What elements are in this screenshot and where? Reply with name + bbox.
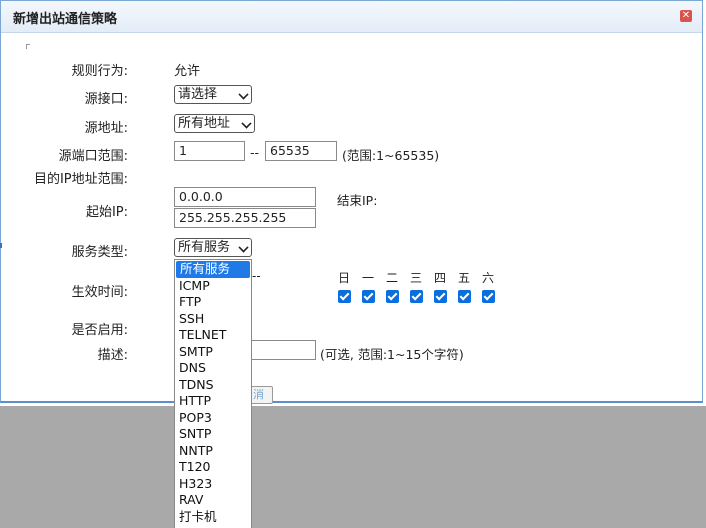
source-interface-select[interactable]: 请选择	[174, 85, 252, 104]
service-option[interactable]: HTTP	[175, 393, 251, 410]
service-type-select-value: 所有服务	[178, 240, 231, 255]
service-option[interactable]: TELNET	[175, 327, 251, 344]
rule-action-label: 规则行为:	[71, 64, 128, 79]
source-interface-select-value: 请选择	[178, 87, 218, 102]
service-option[interactable]: SSH	[175, 311, 251, 328]
service-type-dropdown-list: 所有服务 ICMP FTP SSH TELNET SMTP DNS TDNS H…	[174, 259, 252, 528]
weekday-checkbox-sat[interactable]	[482, 290, 495, 303]
port-range-separator: --	[250, 145, 260, 160]
weekday-checkbox-tue[interactable]	[386, 290, 399, 303]
service-option[interactable]: ICMP	[175, 278, 251, 295]
service-option[interactable]: 打卡机	[175, 509, 251, 526]
chevron-down-icon	[241, 118, 252, 129]
weekday-label-fri: 五	[457, 271, 470, 285]
weekday-label-thu: 四	[433, 271, 446, 285]
chevron-down-icon	[238, 89, 249, 100]
weekday-label-sun: 日	[337, 271, 350, 285]
end-ip-input[interactable]: 255.255.255.255	[174, 208, 316, 228]
source-port-end-input[interactable]: 65535	[265, 141, 337, 161]
weekday-checkbox-mon[interactable]	[362, 290, 375, 303]
weekday-label-wed: 三	[409, 271, 422, 285]
start-ip-input[interactable]: 0.0.0.0	[174, 187, 316, 207]
service-type-label: 服务类型:	[71, 245, 128, 260]
service-option[interactable]: POP3	[175, 410, 251, 427]
weekday-label-mon: 一	[361, 271, 374, 285]
dialog-header: 新增出站通信策略 ✕	[1, 1, 702, 33]
rule-action-value: 允许	[174, 64, 201, 79]
service-option[interactable]: H323	[175, 476, 251, 493]
dest-ip-range-label: 目的IP地址范围:	[33, 172, 128, 187]
weekday-label-sat: 六	[481, 271, 494, 285]
end-ip-label: 结束IP:	[337, 193, 378, 208]
weekday-checkbox-fri[interactable]	[458, 290, 471, 303]
service-option[interactable]: DNS	[175, 360, 251, 377]
close-icon[interactable]: ✕	[680, 10, 692, 22]
enabled-label: 是否启用:	[71, 323, 128, 338]
start-ip-label: 起始IP:	[85, 205, 128, 220]
source-address-select-value: 所有地址	[178, 116, 231, 131]
service-option[interactable]: TDNS	[175, 377, 251, 394]
source-port-hint: (范围:1~65535)	[342, 148, 440, 163]
source-interface-label: 源接口:	[84, 92, 128, 107]
time-range-separator: --	[252, 269, 261, 283]
window-edge-mark	[0, 243, 2, 248]
source-port-range-label: 源端口范围:	[58, 149, 128, 164]
weekday-checkbox-wed[interactable]	[410, 290, 423, 303]
description-label: 描述:	[97, 348, 128, 363]
service-option[interactable]: SMTP	[175, 344, 251, 361]
weekday-checkbox-thu[interactable]	[434, 290, 447, 303]
service-option[interactable]: FTP	[175, 294, 251, 311]
service-option[interactable]: 所有服务	[176, 261, 250, 278]
source-port-start-input[interactable]: 1	[174, 141, 245, 161]
description-hint: (可选, 范围:1~15个字符)	[320, 347, 464, 362]
service-option[interactable]: NNTP	[175, 443, 251, 460]
resize-mark	[26, 44, 30, 49]
service-option[interactable]: RAV	[175, 492, 251, 509]
weekday-label-tue: 二	[385, 271, 398, 285]
service-option[interactable]: SNTP	[175, 426, 251, 443]
service-option[interactable]: T120	[175, 459, 251, 476]
source-address-label: 源地址:	[84, 121, 128, 136]
dialog-title: 新增出站通信策略	[13, 12, 118, 27]
modal-overlay	[0, 406, 706, 528]
effective-time-label: 生效时间:	[71, 285, 128, 300]
service-type-select[interactable]: 所有服务	[174, 238, 252, 257]
chevron-down-icon	[238, 242, 249, 253]
weekday-checkbox-sun[interactable]	[338, 290, 351, 303]
source-address-select[interactable]: 所有地址	[174, 114, 255, 133]
